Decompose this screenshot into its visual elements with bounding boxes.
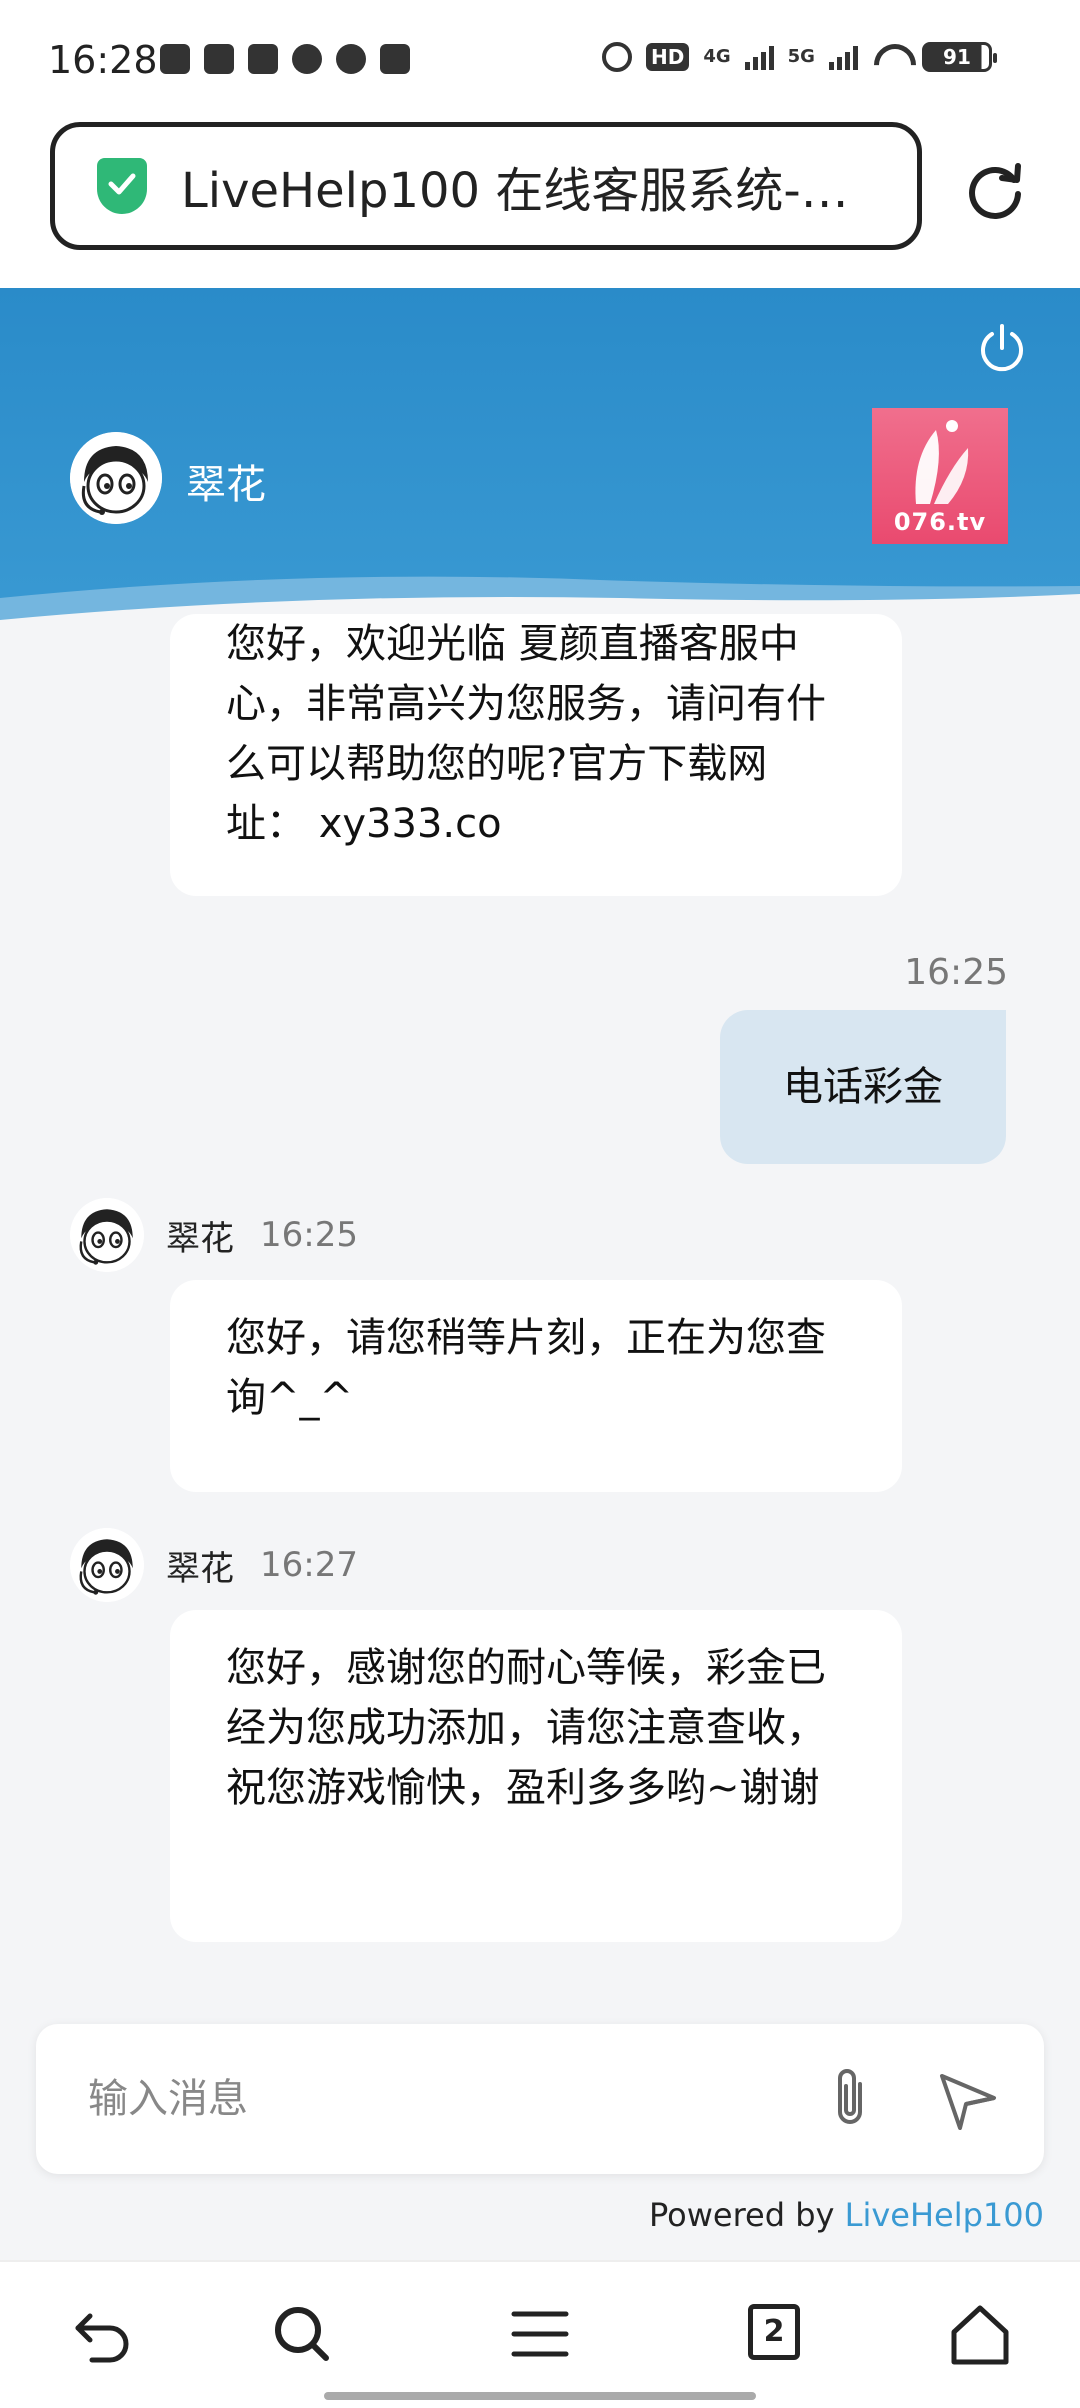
message-time: 16:27 [260, 1545, 358, 1585]
agent-name: 翠花 [166, 1218, 234, 1259]
signal-icon [744, 44, 774, 70]
browser-toolbar: LiveHelp100 在线客服系统-… [0, 112, 1080, 288]
address-bar[interactable]: LiveHelp100 在线客服系统-… [50, 122, 922, 250]
message-meta: 翠花 16:27 [70, 1528, 358, 1602]
message-bubble: 您好，欢迎光临 夏颜直播客服中心，非常高兴为您服务，请问有什么可以帮助您的呢?官… [170, 614, 902, 896]
brand-logo: 076.tv [872, 408, 1008, 544]
livehelp-link[interactable]: LiveHelp100 [845, 2196, 1044, 2234]
battery-icon: 91 [921, 42, 997, 72]
app-icon [248, 44, 278, 74]
message-time: 16:25 [904, 952, 1008, 993]
chat-header: 翠花 076.tv [0, 288, 1080, 638]
back-icon[interactable] [70, 2302, 134, 2366]
message-text: 您好，请您稍等片刻，正在为您查询^_^ [226, 1315, 826, 1421]
status-bar: 16:28 HD 4G 5G 91 [0, 0, 1080, 112]
gesture-bar[interactable] [324, 2392, 756, 2400]
app2-icon [292, 44, 322, 74]
alarm-icon [602, 42, 632, 72]
home-icon[interactable] [948, 2302, 1012, 2366]
tabs-button[interactable]: 2 [748, 2304, 800, 2360]
search-icon[interactable] [270, 2302, 334, 2366]
agent-avatar [70, 1528, 144, 1602]
notification-icons [160, 44, 410, 74]
message-text: 电话彩金 [783, 1064, 943, 1110]
send-icon[interactable] [936, 2068, 1000, 2132]
hd-icon: HD [646, 43, 690, 71]
message-time: 16:25 [260, 1215, 358, 1255]
brand-text: 076.tv [893, 508, 987, 536]
page-title: LiveHelp100 在线客服系统-… [181, 163, 849, 219]
message-bubble: 您好，请您稍等片刻，正在为您查询^_^ [170, 1280, 902, 1492]
menu-icon[interactable] [508, 2302, 572, 2366]
system-icons: HD 4G 5G 91 [602, 42, 997, 72]
agent-name: 翠花 [186, 462, 266, 508]
power-icon[interactable] [976, 322, 1028, 374]
browser-nav-bar: 2 [0, 2260, 1080, 2408]
attachment-icon[interactable] [820, 2064, 880, 2134]
agent-avatar [70, 1198, 144, 1272]
agent-avatar [70, 432, 162, 524]
powered-by-label: Powered by [648, 2196, 835, 2234]
message-text: 您好，感谢您的耐心等候，彩金已经为您成功添加，请您注意查收，祝您游戏愉快，盈利多… [226, 1645, 826, 1811]
network-4g-label: 4G [703, 46, 731, 67]
message-list: 您好，欢迎光临 夏颜直播客服中心，非常高兴为您服务，请问有什么可以帮助您的呢?官… [0, 600, 1080, 2020]
message-text: 您好，欢迎光临 夏颜直播客服中心，非常高兴为您服务，请问有什么可以帮助您的呢?官… [226, 621, 826, 847]
app3-icon [380, 44, 410, 74]
signal-icon-2 [828, 44, 858, 70]
message-input[interactable] [88, 2068, 788, 2130]
network-5g-label: 5G [787, 46, 815, 67]
wifi-icon [872, 44, 908, 70]
message-meta: 翠花 16:25 [70, 1198, 358, 1272]
status-time: 16:28 [48, 38, 158, 82]
message-composer [36, 2024, 1044, 2174]
message-icon [160, 44, 190, 74]
agent-name: 翠花 [166, 1548, 234, 1589]
powered-by: Powered by LiveHelp100 [649, 2196, 1044, 2234]
user-message-bubble: 电话彩金 [720, 1010, 1006, 1164]
message-bubble: 您好，感谢您的耐心等候，彩金已经为您成功添加，请您注意查收，祝您游戏愉快，盈利多… [170, 1610, 902, 1942]
cloud-icon [336, 44, 366, 74]
tiktok-icon [204, 44, 234, 74]
reload-icon[interactable] [962, 158, 1028, 224]
secure-shield-icon [97, 158, 147, 214]
